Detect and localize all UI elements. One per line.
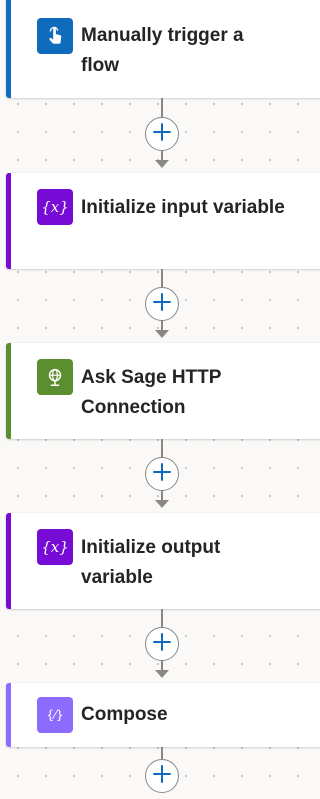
add-action-button[interactable] — [145, 627, 179, 661]
connector-arrow — [155, 500, 169, 508]
connector-line — [161, 747, 163, 759]
step-title: Initialize input variable — [81, 197, 285, 218]
globe-connector-icon — [37, 359, 73, 395]
flow-step-ask-sage-http-connection[interactable]: Ask Sage HTTP Connection — [6, 343, 320, 439]
step-title: Ask Sage HTTP Connection — [81, 367, 222, 418]
flow-step-manual-trigger[interactable]: Manually trigger a flow — [6, 0, 320, 98]
connector-arrow — [155, 670, 169, 678]
add-action-button[interactable] — [145, 287, 179, 321]
flow-step-compose[interactable]: {⁄} Compose — [6, 683, 320, 747]
add-action-button[interactable] — [145, 759, 179, 793]
variable-icon: {x} — [37, 189, 73, 225]
connector-arrow — [155, 330, 169, 338]
plus-icon — [152, 122, 172, 147]
flow-step-initialize-output-variable[interactable]: {x} Initialize output variable — [6, 513, 320, 609]
step-title: Initialize output variable — [81, 537, 221, 588]
flow-step-initialize-input-variable[interactable]: {x} Initialize input variable — [6, 173, 320, 269]
step-title: Manually trigger a flow — [81, 25, 244, 76]
step-title: Compose — [81, 704, 168, 725]
compose-icon: {⁄} — [37, 697, 73, 733]
touch-hand-icon — [37, 18, 73, 54]
add-action-button[interactable] — [145, 457, 179, 491]
plus-icon — [152, 632, 172, 657]
plus-icon — [152, 764, 172, 789]
add-action-button[interactable] — [145, 117, 179, 151]
connector-arrow — [155, 160, 169, 168]
variable-icon: {x} — [37, 529, 73, 565]
plus-icon — [152, 292, 172, 317]
plus-icon — [152, 462, 172, 487]
